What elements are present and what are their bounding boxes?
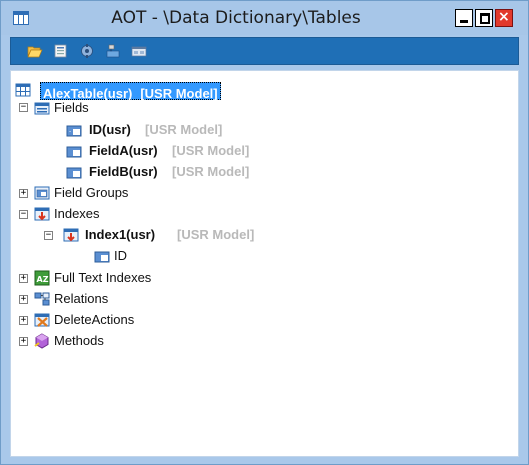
indexes-collapse-toggle[interactable]: − <box>19 210 28 219</box>
import-icon[interactable] <box>105 44 121 58</box>
minimize-button[interactable] <box>455 9 473 27</box>
field-icon <box>94 251 110 263</box>
index-icon <box>63 228 79 242</box>
tree-item-delete-actions[interactable]: DeleteActions <box>54 312 134 328</box>
tree-item-field-a[interactable]: FieldA(usr) <box>89 143 158 159</box>
methods-icon <box>34 333 49 349</box>
close-button[interactable]: × <box>495 9 513 27</box>
field-groups-expand-toggle[interactable]: + <box>19 189 28 198</box>
tree-root-node[interactable]: AlexTable(usr) [USR Model] <box>40 82 221 101</box>
aot-window: AOT - \Data Dictionary\Tables × AlexTabl… <box>0 0 529 465</box>
root-model-label: [USR Model] <box>140 86 218 101</box>
delete-actions-expand-toggle[interactable]: + <box>19 316 28 325</box>
view-icon[interactable] <box>131 44 147 58</box>
svg-text:-: - <box>69 128 71 135</box>
compile-icon[interactable] <box>79 44 95 58</box>
title-bar: AOT - \Data Dictionary\Tables × <box>1 1 528 35</box>
field-icon <box>66 146 82 158</box>
tree-item-fields[interactable]: Fields <box>54 100 89 116</box>
table-icon <box>13 11 29 25</box>
methods-expand-toggle[interactable]: + <box>19 337 28 346</box>
full-text-indexes-expand-toggle[interactable]: + <box>19 274 28 283</box>
index1-collapse-toggle[interactable]: − <box>44 231 53 240</box>
toolbar <box>10 37 519 65</box>
tree-item-relations[interactable]: Relations <box>54 291 108 307</box>
tree-item-index1[interactable]: Index1(usr) <box>85 227 155 243</box>
maximize-icon <box>480 13 490 24</box>
tree-item-index1-field-id[interactable]: ID <box>114 248 127 264</box>
field-icon <box>66 167 82 179</box>
tree-item-field-id[interactable]: ID(usr) <box>89 122 131 138</box>
delete-actions-icon <box>34 313 50 327</box>
minimize-icon <box>460 20 468 23</box>
relations-icon <box>34 292 50 306</box>
fields-collapse-toggle[interactable]: − <box>19 103 28 112</box>
tree-item-full-text-indexes[interactable]: Full Text Indexes <box>54 270 151 286</box>
tree-item-methods[interactable]: Methods <box>54 333 104 349</box>
open-folder-icon[interactable] <box>27 44 43 58</box>
tree-item-field-groups[interactable]: Field Groups <box>54 185 128 201</box>
field-groups-icon <box>34 186 50 200</box>
full-text-index-icon: AZ <box>34 270 50 286</box>
field-icon: - <box>66 125 82 137</box>
relations-expand-toggle[interactable]: + <box>19 295 28 304</box>
aot-tree[interactable]: AlexTable(usr) [USR Model] − Fields - ID… <box>10 70 519 457</box>
field-b-model: [USR Model] <box>172 164 250 179</box>
index1-model: [USR Model] <box>177 227 255 242</box>
maximize-button[interactable] <box>475 9 493 27</box>
fields-folder-icon <box>34 102 50 115</box>
field-a-model: [USR Model] <box>172 143 250 158</box>
tree-item-field-b[interactable]: FieldB(usr) <box>89 164 158 180</box>
properties-icon[interactable] <box>53 44 69 58</box>
svg-text:AZ: AZ <box>37 275 49 284</box>
field-id-model: [USR Model] <box>145 122 223 137</box>
table-icon <box>15 83 31 97</box>
indexes-icon <box>34 207 50 221</box>
window-title: AOT - \Data Dictionary\Tables <box>111 8 361 28</box>
tree-item-indexes[interactable]: Indexes <box>54 206 100 222</box>
close-icon: × <box>498 9 510 25</box>
